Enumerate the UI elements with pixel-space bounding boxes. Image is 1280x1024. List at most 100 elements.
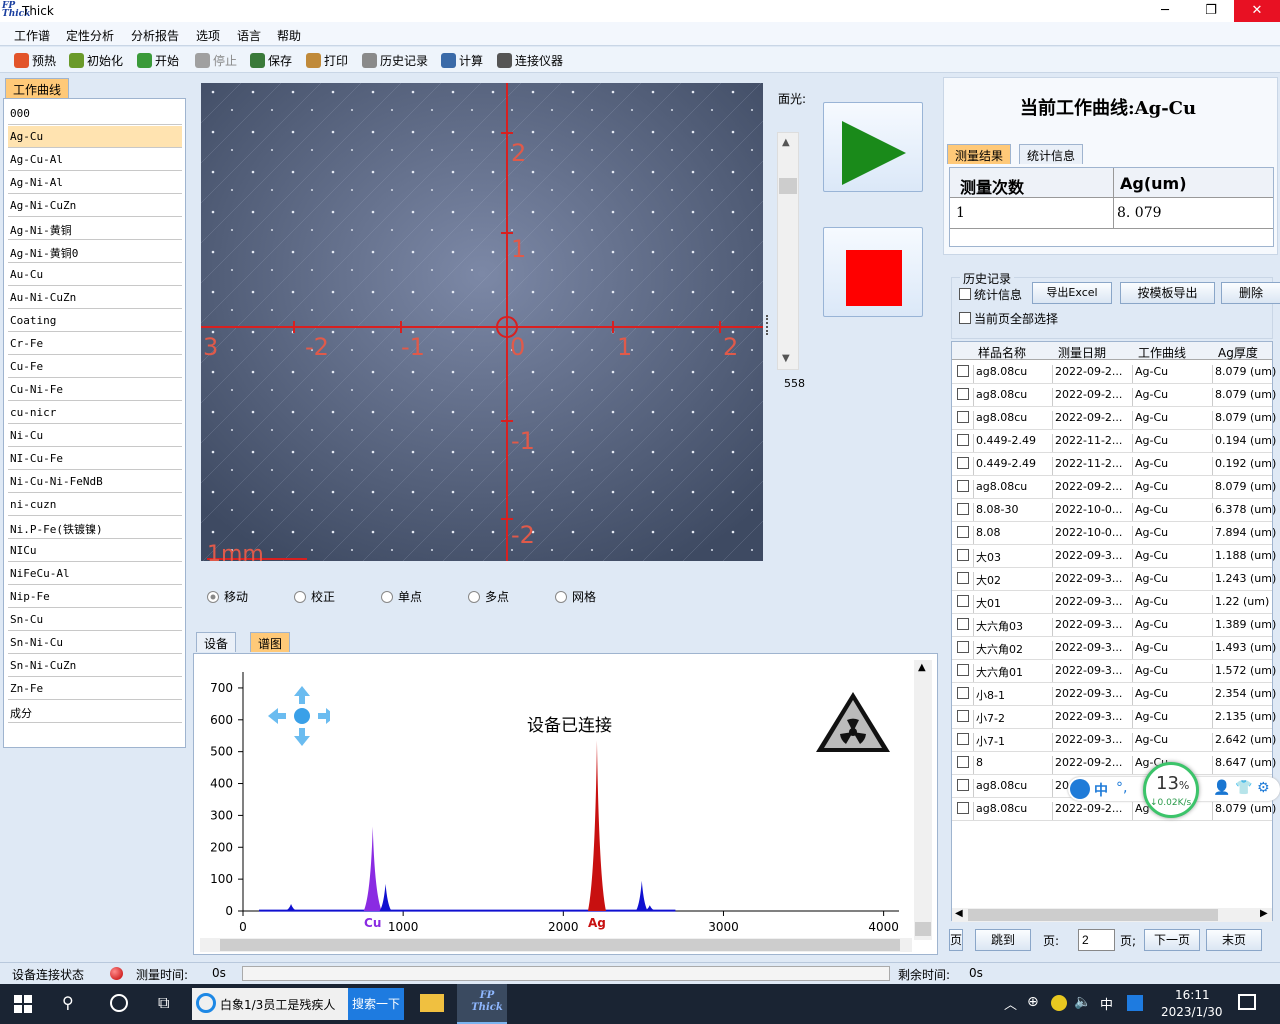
spectrum-hscroll[interactable] [200,938,912,952]
row-checkbox[interactable] [957,365,969,377]
curve-item[interactable]: ni-cuzn [8,494,182,516]
toolbar-gear-init-button[interactable]: 初始化 [69,51,123,69]
row-checkbox[interactable] [957,618,969,630]
history-row[interactable]: ag8.08cu 2022-09-2... Ag-Cu 8.079 (um) [952,384,1276,407]
curve-item[interactable]: Sn-Ni-Cu [8,632,182,654]
curve-item[interactable]: NICu [8,540,182,562]
browser-search-box[interactable]: 白象1/3员工是残疾人 [192,988,348,1020]
row-checkbox[interactable] [957,733,969,745]
curve-item[interactable]: Sn-Cu [8,609,182,631]
row-checkbox[interactable] [957,503,969,515]
curve-item[interactable]: Ag-Ni-Al [8,172,182,194]
next-page-button[interactable]: 下一页 [1144,929,1200,951]
camera-view[interactable]: 3 -2 -1 0 1 2 2 1 -1 -2 1mm [201,83,763,561]
toolbar-stop-button[interactable]: 停止 [195,51,237,69]
curve-item[interactable]: Au-Ni-CuZn [8,287,182,309]
ime-skin-user-icon[interactable]: 👤 [1213,780,1230,796]
mode-radio[interactable]: 移动 [207,588,248,605]
restore-button[interactable]: ❐ [1188,0,1234,22]
curve-item[interactable]: NiFeCu-Al [8,563,182,585]
row-checkbox[interactable] [957,549,969,561]
stop-measure-button[interactable] [823,227,923,317]
row-checkbox[interactable] [957,526,969,538]
curve-item[interactable]: cu-nicr [8,402,182,424]
mode-radio[interactable]: 校正 [294,588,335,605]
history-row[interactable]: 8 2022-09-2... Ag-Cu 8.647 (um) [952,752,1276,775]
mode-radio[interactable]: 网格 [555,588,596,605]
volume-icon[interactable]: 🔈 [1074,994,1091,1010]
history-row[interactable]: ag8.08cu 2022-09-2... Ag-Cu 8.079 (um) [952,407,1276,430]
file-explorer-icon[interactable] [420,994,444,1012]
security-tray-icon[interactable] [1051,995,1067,1011]
menu-language[interactable]: 语言 [237,27,261,44]
spectrum-vscroll[interactable]: ▲ [914,660,932,940]
globe-icon[interactable]: ⊕ [1027,994,1039,1010]
network-speed-widget[interactable]: 13% ↓0.02K/s [1143,762,1199,818]
mode-radio[interactable]: 多点 [468,588,509,605]
row-checkbox[interactable] [957,687,969,699]
toolbar-play-button[interactable]: 开始 [137,51,179,69]
cortana-icon[interactable] [110,994,128,1012]
row-checkbox[interactable] [957,664,969,676]
history-row[interactable]: ag8.08cu 2022-09-2... Ag-Cu 8.079 (um) [952,476,1276,499]
tab-measure-result[interactable]: 测量结果 [947,144,1012,164]
history-row[interactable]: 8.08-30 2022-10-0... Ag-Cu 6.378 (um) [952,499,1276,522]
close-button[interactable]: ✕ [1234,0,1280,22]
row-checkbox[interactable] [957,641,969,653]
splitter[interactable] [766,315,769,335]
menu-help[interactable]: 帮助 [277,27,301,44]
history-row[interactable]: ag8.08cu 2022-09-2... Ag 8.079 (um) [952,798,1276,821]
row-checkbox[interactable] [957,756,969,768]
tray-chevron-icon[interactable]: ︿ [1004,994,1017,1013]
select-all-checkbox[interactable] [959,312,971,324]
curve-item[interactable]: Ag-Ni-黄铜0 [8,241,182,263]
ime-settings-icon[interactable]: ⚙ [1257,780,1270,796]
row-checkbox[interactable] [957,595,969,607]
menu-qualitative[interactable]: 定性分析 [66,27,114,44]
curve-item[interactable]: NI-Cu-Fe [8,448,182,470]
history-row[interactable]: 小8-1 2022-09-3... Ag-Cu 2.354 (um) [952,683,1276,706]
curve-item[interactable]: Ni-Cu [8,425,182,447]
ime-user-icon[interactable] [1070,779,1090,799]
row-checkbox[interactable] [957,434,969,446]
search-icon[interactable]: ⚲ [62,993,74,1012]
curve-item[interactable]: Cu-Fe [8,356,182,378]
curve-item[interactable]: Cu-Ni-Fe [8,379,182,401]
slider-thumb[interactable] [779,178,797,194]
curve-item[interactable]: Ni.P-Fe(铁镀镍) [8,517,182,539]
start-measure-button[interactable] [823,102,923,192]
export-template-button[interactable]: 按模板导出 [1120,282,1215,304]
history-row[interactable]: 大03 2022-09-3... Ag-Cu 1.188 (um) [952,545,1276,568]
history-row[interactable]: 小7-2 2022-09-3... Ag-Cu 2.135 (um) [952,706,1276,729]
curve-item[interactable]: 000 [8,103,182,125]
curve-item[interactable]: Ni-Cu-Ni-FeNdB [8,471,182,493]
toolbar-print-button[interactable]: 打印 [306,51,348,69]
notification-icon[interactable] [1238,994,1256,1010]
pan-arrows-icon[interactable] [262,682,330,750]
prev-page-button[interactable]: 页 [949,929,963,951]
toolbar-flame-button[interactable]: 预热 [14,51,56,69]
menu-work-spectrum[interactable]: 工作谱 [14,27,50,44]
row-checkbox[interactable] [957,480,969,492]
ime-tray[interactable]: 中 [1100,994,1113,1013]
curve-item[interactable]: Ag-Cu [8,126,182,148]
ime-lang[interactable]: 中 [1094,780,1108,800]
row-checkbox[interactable] [957,779,969,791]
minimize-button[interactable]: ─ [1142,0,1188,22]
row-checkbox[interactable] [957,388,969,400]
curve-item[interactable]: Au-Cu [8,264,182,286]
task-view-icon[interactable]: ⧉ [158,993,169,1013]
history-row[interactable]: 大02 2022-09-3... Ag-Cu 1.243 (um) [952,568,1276,591]
row-checkbox[interactable] [957,457,969,469]
curve-item[interactable]: 成分 [8,701,182,723]
menu-report[interactable]: 分析报告 [131,27,179,44]
jump-button[interactable]: 跳到 [975,929,1031,951]
history-hscroll[interactable]: ◀ ▶ [952,908,1272,922]
page-input[interactable] [1078,929,1115,951]
history-row[interactable]: 大六角01 2022-09-3... Ag-Cu 1.572 (um) [952,660,1276,683]
curve-item[interactable]: Ag-Ni-黄铜 [8,218,182,240]
tab-spectrum[interactable]: 谱图 [250,632,291,652]
ime-shirt-icon[interactable]: 👕 [1235,780,1252,796]
ime-tray-icon[interactable] [1127,995,1143,1011]
ime-punct-icon[interactable]: °, [1116,780,1127,796]
